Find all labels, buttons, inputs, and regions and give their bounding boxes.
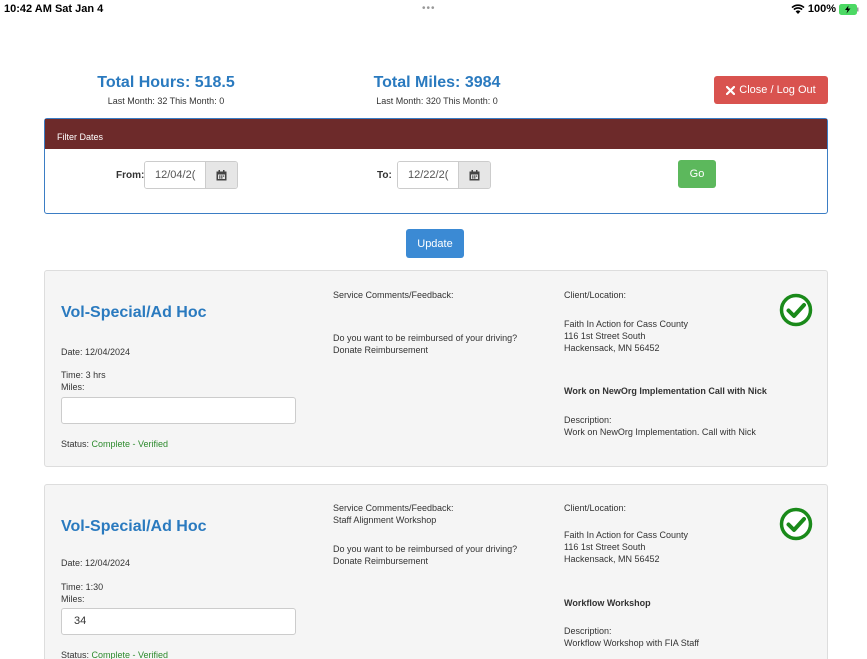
task-title: Workflow Workshop xyxy=(564,598,651,608)
status-right: 100% xyxy=(791,3,859,15)
service-status: Status: Complete - Verified xyxy=(61,438,168,450)
comments-label: Service Comments/Feedback: xyxy=(333,290,454,300)
battery-charging-icon xyxy=(839,3,859,15)
calendar-icon xyxy=(216,169,227,180)
comments-label: Service Comments/Feedback: xyxy=(333,503,454,513)
description-label: Description: xyxy=(564,415,612,425)
filter-header: Filter Dates xyxy=(45,119,827,149)
miles-label: Miles: xyxy=(61,594,85,604)
description-label: Description: xyxy=(564,626,612,636)
logout-label: Close / Log Out xyxy=(739,84,816,96)
to-date-input[interactable]: 12/22/2( xyxy=(398,162,458,188)
hours-breakdown: Last Month: 32 This Month: 0 xyxy=(107,96,225,106)
verified-check-icon xyxy=(779,507,813,541)
battery-percent: 100% xyxy=(807,3,836,15)
task-title: Work on NewOrg Implementation Call with … xyxy=(564,386,767,396)
status-bar: 10:42 AM Sat Jan 4 ••• 100% xyxy=(0,0,867,22)
to-label: To: xyxy=(377,170,392,181)
client-address-1: 116 1st Street South xyxy=(564,542,646,552)
status-value: Complete - Verified xyxy=(91,650,169,659)
service-card: Vol-Special/Ad Hoc Date: 12/04/2024 Time… xyxy=(44,270,828,467)
from-calendar-button[interactable] xyxy=(205,162,237,188)
to-calendar-button[interactable] xyxy=(458,162,490,188)
client-address-2: Hackensack, MN 56452 xyxy=(564,343,660,353)
service-title: Vol-Special/Ad Hoc xyxy=(61,304,207,321)
miles-input[interactable] xyxy=(61,397,296,424)
status-label: Status: xyxy=(61,439,90,449)
total-miles: Total Miles: 3984 xyxy=(373,74,501,91)
total-hours-block: Total Hours: 518.5 Last Month: 32 This M… xyxy=(86,74,246,106)
client-label: Client/Location: xyxy=(564,503,627,513)
reimburse-question: Do you want to be reimbursed of your dri… xyxy=(333,544,518,554)
description-value: Workflow Workshop with FIA Staff xyxy=(564,638,700,648)
status-value: Complete - Verified xyxy=(91,439,169,449)
to-date-group: 12/22/2( xyxy=(397,161,491,189)
reimburse-question: Do you want to be reimbursed of your dri… xyxy=(333,333,518,343)
close-logout-button[interactable]: Close / Log Out xyxy=(714,76,828,104)
service-time: Time: 1:30 xyxy=(61,582,104,592)
total-miles-block: Total Miles: 3984 Last Month: 320 This M… xyxy=(362,74,512,106)
filter-dates-panel: Filter Dates From: 12/04/2( To: 12/22/2( xyxy=(44,118,828,214)
service-date: Date: 12/04/2024 xyxy=(61,558,131,568)
client-label: Client/Location: xyxy=(564,290,627,300)
miles-breakdown: Last Month: 320 This Month: 0 xyxy=(376,96,498,106)
wifi-icon xyxy=(791,4,805,14)
client-name: Faith In Action for Cass County xyxy=(564,530,689,540)
from-date-group: 12/04/2( xyxy=(144,161,238,189)
calendar-icon xyxy=(469,169,480,180)
description-value: Work on NewOrg Implementation. Call with… xyxy=(564,427,756,437)
reimburse-answer: Donate Reimbursement xyxy=(333,345,429,355)
reimburse-answer: Donate Reimbursement xyxy=(333,556,429,566)
close-x-icon xyxy=(726,85,736,95)
multitask-dots[interactable]: ••• xyxy=(422,3,436,14)
from-label: From: xyxy=(116,170,145,181)
go-button[interactable]: Go xyxy=(678,160,716,188)
verified-check-icon xyxy=(779,293,813,327)
service-title: Vol-Special/Ad Hoc xyxy=(61,518,207,535)
service-card: Vol-Special/Ad Hoc Date: 12/04/2024 Time… xyxy=(44,484,828,659)
client-name: Faith In Action for Cass County xyxy=(564,319,689,329)
miles-input[interactable]: 34 xyxy=(61,608,296,635)
service-date: Date: 12/04/2024 xyxy=(61,347,131,357)
client-address-1: 116 1st Street South xyxy=(564,331,646,341)
status-time: 10:42 AM Sat Jan 4 xyxy=(4,3,104,15)
service-status: Status: Complete - Verified xyxy=(61,649,168,659)
from-date-input[interactable]: 12/04/2( xyxy=(145,162,205,188)
status-label: Status: xyxy=(61,650,90,659)
total-hours: Total Hours: 518.5 xyxy=(97,74,235,91)
comments-value: Staff Alignment Workshop xyxy=(333,515,437,525)
client-address-2: Hackensack, MN 56452 xyxy=(564,554,660,564)
miles-label: Miles: xyxy=(61,382,85,392)
service-time: Time: 3 hrs xyxy=(61,370,106,380)
update-button[interactable]: Update xyxy=(406,229,464,258)
